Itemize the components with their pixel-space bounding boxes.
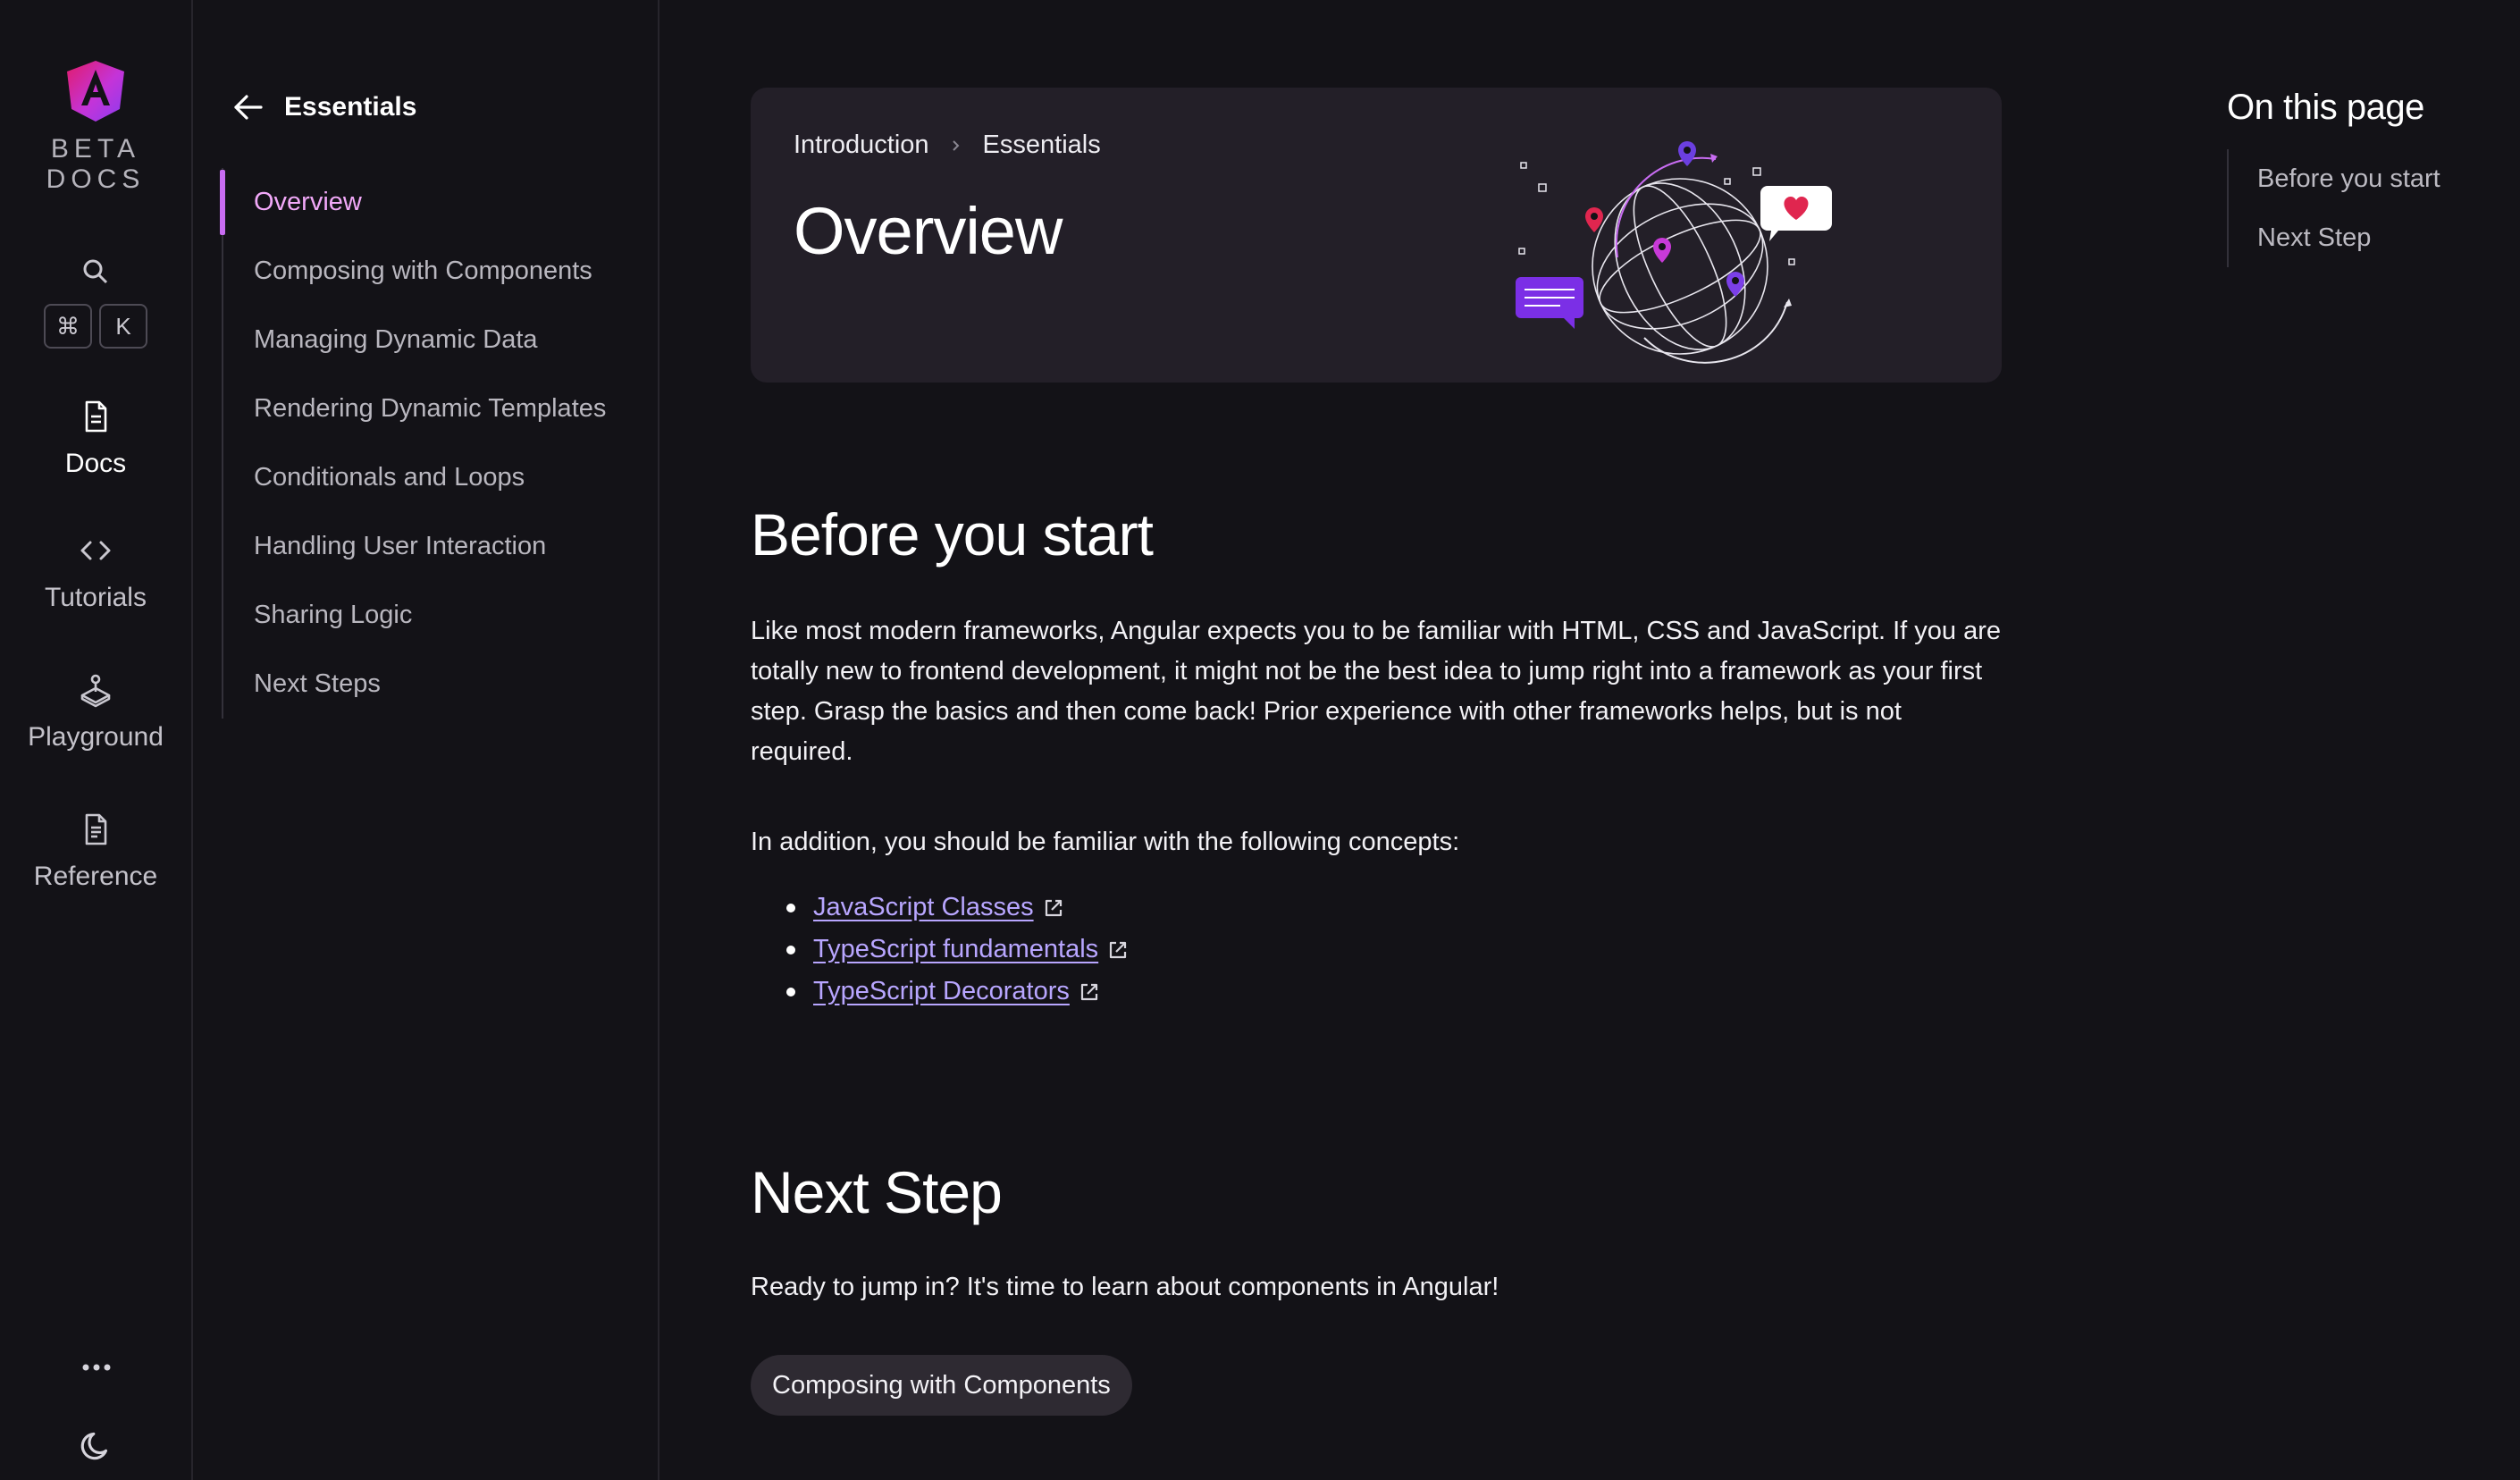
brand-line-1: BETA <box>50 134 141 164</box>
search-icon[interactable] <box>78 254 113 290</box>
page-hero: Introduction Essentials Overview <box>751 88 2002 383</box>
rail-item-tutorials-label: Tutorials <box>45 583 147 612</box>
nav-item-handling-user-interaction[interactable]: Handling User Interaction <box>223 512 642 581</box>
toc-title: On this page <box>2227 88 2424 127</box>
typescript-decorators-link[interactable]: TypeScript Decorators <box>813 977 1070 1006</box>
kbd-k-key: K <box>99 304 147 349</box>
javascript-classes-link[interactable]: JavaScript Classes <box>813 893 1034 922</box>
brand-line-2: DOCS <box>46 164 146 194</box>
section-nav-title: Essentials <box>284 92 417 122</box>
rail-bottom <box>0 1360 193 1480</box>
rail-item-tutorials[interactable]: Tutorials <box>45 533 147 613</box>
nav-item-overview[interactable]: Overview <box>220 168 642 237</box>
next-step-heading: Next Step <box>751 1159 1003 1225</box>
angular-logo-icon[interactable] <box>63 59 128 123</box>
before-you-start-heading: Before you start <box>751 501 1154 568</box>
breadcrumb-introduction[interactable]: Introduction <box>794 130 929 160</box>
code-icon <box>80 541 111 560</box>
breadcrumb: Introduction Essentials <box>794 130 1101 160</box>
nav-item-rendering-dynamic-templates[interactable]: Rendering Dynamic Templates <box>223 374 642 443</box>
search-shortcut[interactable]: ⌘ K <box>44 304 147 349</box>
app-root: BETA DOCS ⌘ K Docs Tutorials Playground … <box>0 0 2520 1480</box>
external-link-icon <box>1110 941 1127 958</box>
breadcrumb-essentials[interactable]: Essentials <box>983 130 1101 160</box>
external-link-icon <box>1045 899 1062 916</box>
beta-docs-label: BETA DOCS <box>46 134 146 195</box>
rail-item-reference-label: Reference <box>33 862 158 891</box>
joystick-icon <box>80 674 111 708</box>
concepts-list: JavaScript Classes TypeScript fundamenta… <box>786 887 1129 1013</box>
before-you-start-paragraph: Like most modern frameworks, Angular exp… <box>751 617 2002 766</box>
list-item: TypeScript fundamentals <box>786 929 1129 971</box>
list-item: JavaScript Classes <box>786 887 1129 929</box>
toc-item-before-you-start[interactable]: Before you start <box>2257 149 2495 208</box>
rail-item-playground-label: Playground <box>28 722 164 752</box>
chevron-right-icon <box>952 139 959 151</box>
typescript-fundamentals-link[interactable]: TypeScript fundamentals <box>813 935 1098 964</box>
globe-illustration <box>1516 141 1832 364</box>
list-item: TypeScript Decorators <box>786 971 1129 1013</box>
section-nav-list: Overview Composing with Components Manag… <box>220 168 642 719</box>
composing-with-components-button[interactable]: Composing with Components <box>751 1355 1132 1416</box>
document-icon <box>85 400 107 433</box>
nav-item-composing-with-components[interactable]: Composing with Components <box>223 237 642 306</box>
nav-item-managing-dynamic-data[interactable]: Managing Dynamic Data <box>223 306 642 374</box>
section-nav: Essentials Overview Composing with Compo… <box>195 0 659 1480</box>
reference-icon <box>85 813 107 845</box>
page-title: Overview <box>794 194 1063 268</box>
toc-list: Before you start Next Step <box>2227 149 2495 267</box>
rail-item-reference[interactable]: Reference <box>34 811 157 892</box>
rail-item-docs[interactable]: Docs <box>65 399 126 479</box>
nav-item-next-steps[interactable]: Next Steps <box>223 650 642 719</box>
nav-item-conditionals-and-loops[interactable]: Conditionals and Loops <box>223 443 642 512</box>
nav-item-sharing-logic[interactable]: Sharing Logic <box>223 581 642 650</box>
concepts-intro-paragraph: In addition, you should be familiar with… <box>751 828 1460 856</box>
section-nav-back[interactable]: Essentials <box>231 89 416 125</box>
rail-item-playground[interactable]: Playground <box>28 672 164 753</box>
primary-rail: BETA DOCS ⌘ K Docs Tutorials Playground … <box>0 0 193 1480</box>
rail-item-docs-label: Docs <box>64 449 127 478</box>
kbd-cmd-key: ⌘ <box>44 304 92 349</box>
arrow-left-icon <box>234 95 263 120</box>
moon-icon[interactable] <box>78 1426 115 1464</box>
more-icon[interactable] <box>79 1360 114 1375</box>
toc-item-next-step[interactable]: Next Step <box>2257 208 2495 267</box>
next-step-paragraph: Ready to jump in? It's time to learn abo… <box>751 1273 1499 1301</box>
table-of-contents: On this page Before you start Next Step <box>2227 88 2495 267</box>
external-link-icon <box>1080 983 1097 1000</box>
